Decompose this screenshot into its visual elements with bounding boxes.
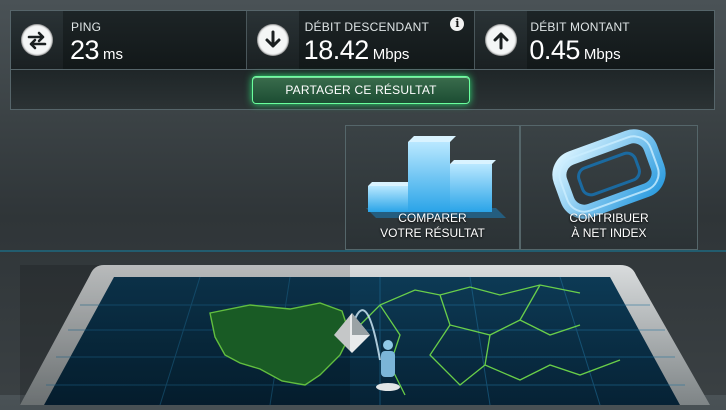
ping-unit: ms: [103, 46, 124, 63]
share-bar: PARTAGER CE RÉSULTAT: [10, 70, 715, 110]
compare-caption: COMPARER VOTRE RÉSULTAT: [346, 211, 519, 241]
download-stat: DÉBIT DESCENDANT 18.42 Mbps i: [246, 11, 475, 69]
compare-line-2: VOTRE RÉSULTAT: [380, 226, 485, 240]
ping-value: 23 ms: [70, 35, 123, 66]
ping-label: PING: [71, 20, 102, 34]
upload-label: DÉBIT MONTANT: [530, 20, 630, 34]
arrow-up-icon: [485, 24, 518, 56]
upload-unit: Mbps: [583, 46, 621, 63]
download-unit: Mbps: [372, 46, 410, 63]
transfer-arrows-icon: [21, 24, 53, 56]
download-icon-box: [246, 11, 299, 69]
contribute-caption: CONTRIBUER À NET INDEX: [521, 211, 697, 241]
ping-number: 23: [70, 35, 100, 65]
results-bar: PING 23ms DÉBIT DESCENDANT 18.42Mbps i: [10, 10, 715, 70]
contribute-card[interactable]: CONTRIBUER À NET INDEX: [520, 125, 698, 250]
upload-value: 0.45 Mbps: [529, 35, 620, 66]
download-number: 18.42: [303, 35, 370, 65]
ping-icon-box: [11, 11, 63, 69]
info-icon[interactable]: i: [450, 17, 465, 31]
server-map[interactable]: [20, 265, 710, 406]
upload-icon-box: [475, 11, 528, 69]
share-result-button[interactable]: PARTAGER CE RÉSULTAT: [252, 76, 470, 104]
upload-number: 0.45: [529, 35, 580, 65]
compare-line-1: COMPARER: [398, 211, 467, 225]
contribute-line-1: CONTRIBUER: [569, 211, 649, 225]
upload-stat: DÉBIT MONTANT 0.45 Mbps: [475, 11, 714, 69]
arrow-down-icon: [256, 24, 289, 56]
download-label: DÉBIT DESCENDANT: [304, 20, 430, 34]
contribute-line-2: À NET INDEX: [571, 226, 647, 240]
ping-stat: PING 23 ms: [11, 11, 246, 69]
compare-result-card[interactable]: COMPARER VOTRE RÉSULTAT: [345, 125, 520, 250]
download-value: 18.42 Mbps: [304, 35, 410, 66]
